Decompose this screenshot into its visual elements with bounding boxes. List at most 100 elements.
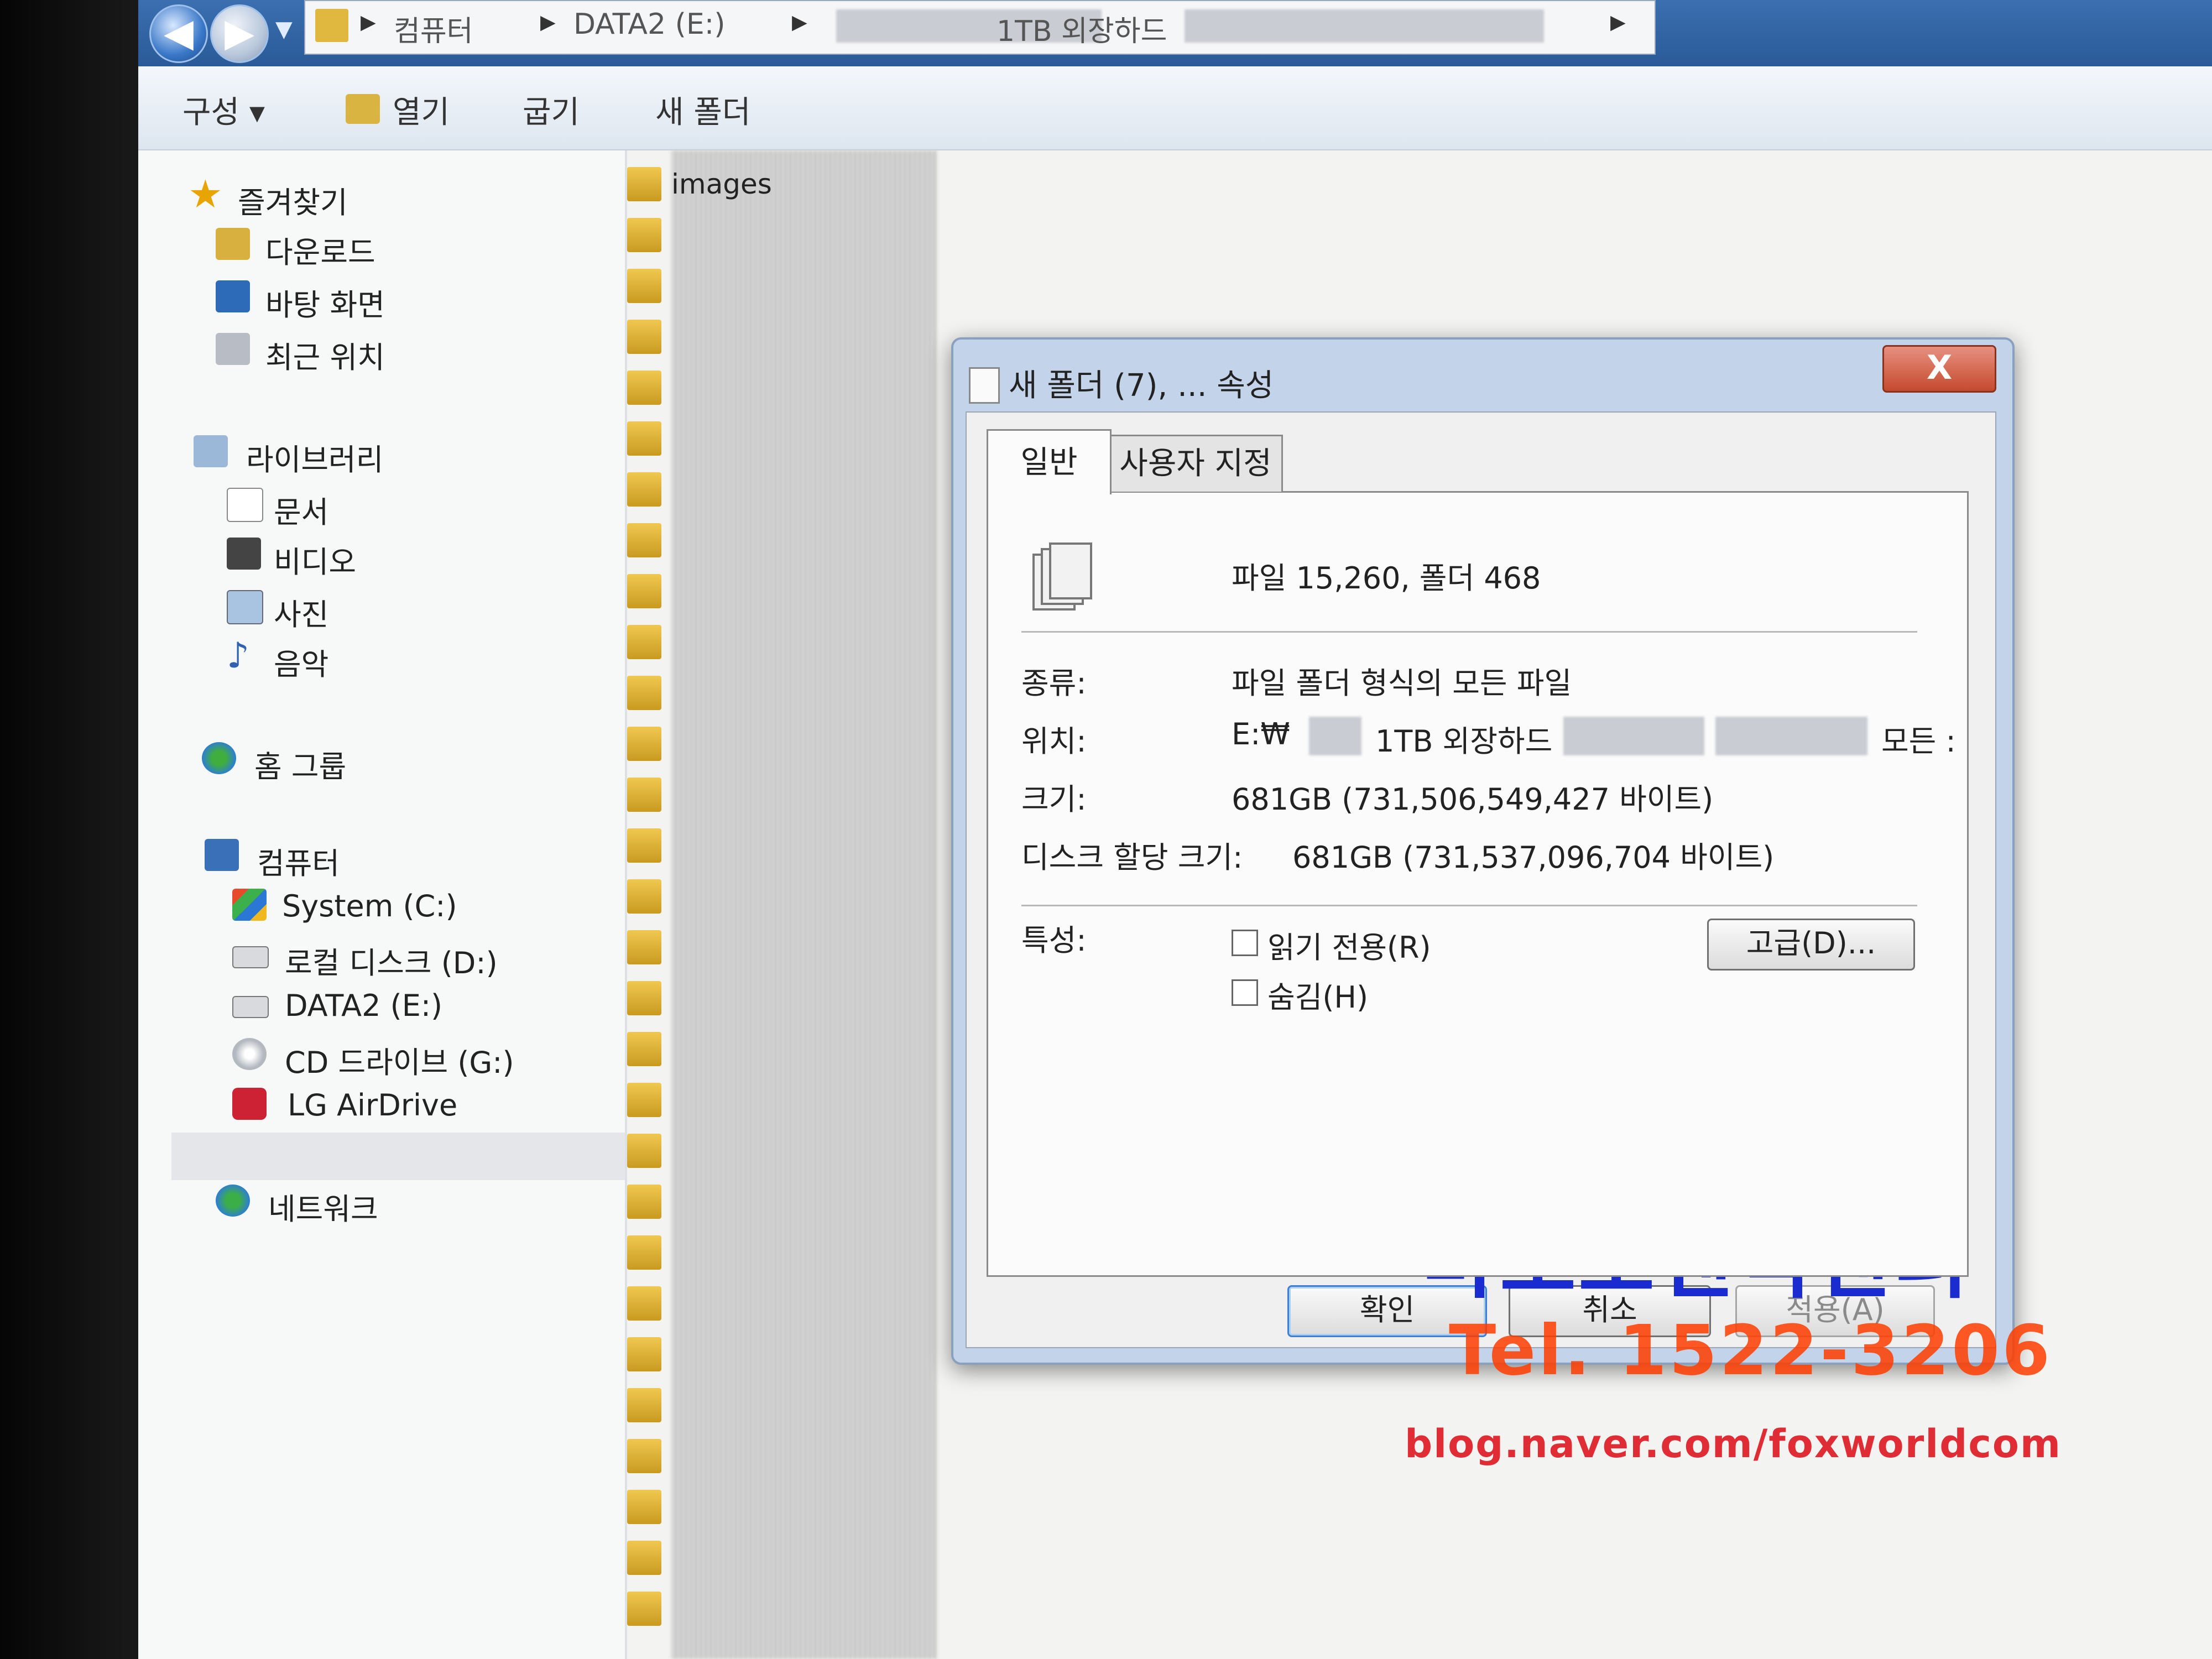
tab-customize[interactable]: 사용자 지정 [1108,435,1283,492]
chevron-right-icon[interactable]: ▶ [361,11,376,34]
address-box[interactable]: ▶ 컴퓨터 ▶ DATA2 (E:) ▶ 1TB 외장하드 ▶ [304,0,1656,55]
crumb-drive[interactable]: DATA2 (E:) [573,8,726,41]
folder-icon[interactable] [627,1134,661,1168]
disk-size-value: 681GB (731,537,096,704 바이트) [1292,840,1775,875]
star-icon: ★ [188,171,223,217]
folder-icon[interactable] [627,218,661,252]
new-folder-button[interactable]: 새 폴더 [655,87,750,132]
nav-selection-highlight [171,1133,625,1180]
nav-downloads[interactable]: 다운로드 [265,228,375,272]
crumb-computer[interactable]: 컴퓨터 [394,8,473,49]
nav-computer[interactable]: 컴퓨터 [257,839,340,883]
folder-icon[interactable] [627,727,661,761]
nav-desktop[interactable]: 바탕 화면 [265,280,385,324]
tab-general[interactable]: 일반 [987,429,1112,494]
folder-icon [315,9,348,42]
folder-icon[interactable] [627,523,661,557]
folder-icon[interactable] [627,472,661,507]
separator [1021,631,1917,633]
readonly-label[interactable]: 읽기 전용(R) [1267,923,1431,967]
folder-icon[interactable] [627,1337,661,1371]
burn-button[interactable]: 굽기 [523,87,580,132]
nav-network[interactable]: 네트워크 [268,1185,378,1228]
nav-documents[interactable]: 문서 [274,488,328,531]
nav-homegroup[interactable]: 홈 그룹 [254,742,346,786]
chevron-right-icon[interactable]: ▶ [792,11,807,34]
chevron-right-icon[interactable]: ▶ [1610,11,1626,34]
folder-icon[interactable] [627,1388,661,1422]
separator [1021,905,1917,906]
folder-icon[interactable] [627,167,661,201]
readonly-checkbox[interactable] [1232,930,1258,956]
attributes-label: 특성: [1021,923,1087,958]
redacted-crumb [1185,9,1544,43]
general-tab-panel: 파일 15,260, 폴더 468 종류: 파일 폴더 형식의 모든 파일 위치… [987,491,1969,1277]
nav-recent[interactable]: 최근 위치 [265,333,385,377]
folder-icon[interactable] [627,371,661,405]
homegroup-icon [202,742,236,774]
nav-drive-d[interactable]: 로컬 디스크 (D:) [285,938,498,982]
explorer-window: ◀ ▶ ▼ ▶ 컴퓨터 ▶ DATA2 (E:) ▶ 1TB 외장하드 ▶ 구성… [138,0,2212,1659]
hard-drive-icon [232,996,269,1018]
forward-button[interactable]: ▶ [210,4,269,63]
type-label: 종류: [1021,666,1087,701]
documents-icon [227,488,263,522]
nav-drive-g[interactable]: CD 드라이브 (G:) [285,1038,514,1082]
folder-icon[interactable] [627,269,661,303]
libraries-icon [194,435,228,467]
history-dropdown-icon[interactable]: ▼ [275,17,293,42]
folder-icon[interactable] [627,1032,661,1066]
folder-icon[interactable] [627,1439,661,1473]
multiple-files-icon [1032,542,1092,611]
nav-drive-e[interactable]: DATA2 (E:) [285,988,442,1023]
location-value-mid: 1TB 외장하드 [1375,724,1553,759]
folder-icon[interactable] [627,1490,661,1524]
hidden-checkbox[interactable] [1232,979,1258,1006]
organize-button[interactable]: 구성 ▾ [182,87,265,132]
folder-icon[interactable] [627,676,661,710]
location-value-prefix: E:₩ [1232,717,1290,752]
folder-icon[interactable] [627,574,661,608]
nav-airdrive[interactable]: LG AirDrive [288,1088,457,1123]
nav-music[interactable]: 음악 [274,640,328,684]
advanced-button[interactable]: 고급(D)... [1707,919,1915,971]
folder-icon[interactable] [627,778,661,812]
nav-videos[interactable]: 비디오 [274,538,356,581]
properties-dialog: 새 폴더 (7), ... 속성 X 일반 사용자 지정 파일 15,260, … [951,337,2015,1365]
back-button[interactable]: ◀ [149,4,208,63]
folder-icon[interactable] [627,879,661,914]
folder-icon[interactable] [627,1235,661,1270]
folder-icon[interactable] [627,1083,661,1117]
location-label: 위치: [1021,724,1087,759]
location-value-suffix: 모든 : [1881,724,1956,759]
chevron-right-icon[interactable]: ▶ [540,11,556,34]
size-value: 681GB (731,506,549,427 바이트) [1232,782,1714,817]
folder-icon[interactable] [627,930,661,964]
type-value: 파일 폴더 형식의 모든 파일 [1232,666,1572,701]
open-folder-icon [346,94,380,124]
pictures-icon [227,590,263,624]
crumb-folder[interactable]: 1TB 외장하드 [997,8,1167,49]
file-item-label[interactable]: images [671,168,772,200]
folder-icon[interactable] [627,1185,661,1219]
folder-icon[interactable] [627,320,661,354]
dialog-body: 일반 사용자 지정 파일 15,260, 폴더 468 종류: 파일 폴더 형식… [966,411,1996,1348]
folder-icon[interactable] [627,981,661,1015]
nav-drive-c[interactable]: System (C:) [282,889,457,924]
folder-icon[interactable] [627,625,661,659]
folder-icon[interactable] [627,1541,661,1575]
hidden-label[interactable]: 숨김(H) [1267,973,1368,1016]
video-icon [227,538,261,570]
nav-pictures[interactable]: 사진 [274,590,328,634]
folder-icon[interactable] [627,1592,661,1626]
music-note-icon: ♪ [227,635,249,676]
folder-icon[interactable] [627,828,661,863]
folder-icon[interactable] [627,421,661,456]
watermark-blog-url: blog.naver.com/foxworldcom [1405,1421,2062,1467]
nav-libraries[interactable]: 라이브러리 [246,435,383,479]
nav-favorites[interactable]: 즐겨찾기 [238,178,348,222]
close-button[interactable]: X [1882,345,1996,393]
open-button[interactable]: 열기 [393,87,450,132]
size-label: 크기: [1021,782,1087,817]
folder-icon[interactable] [627,1286,661,1321]
